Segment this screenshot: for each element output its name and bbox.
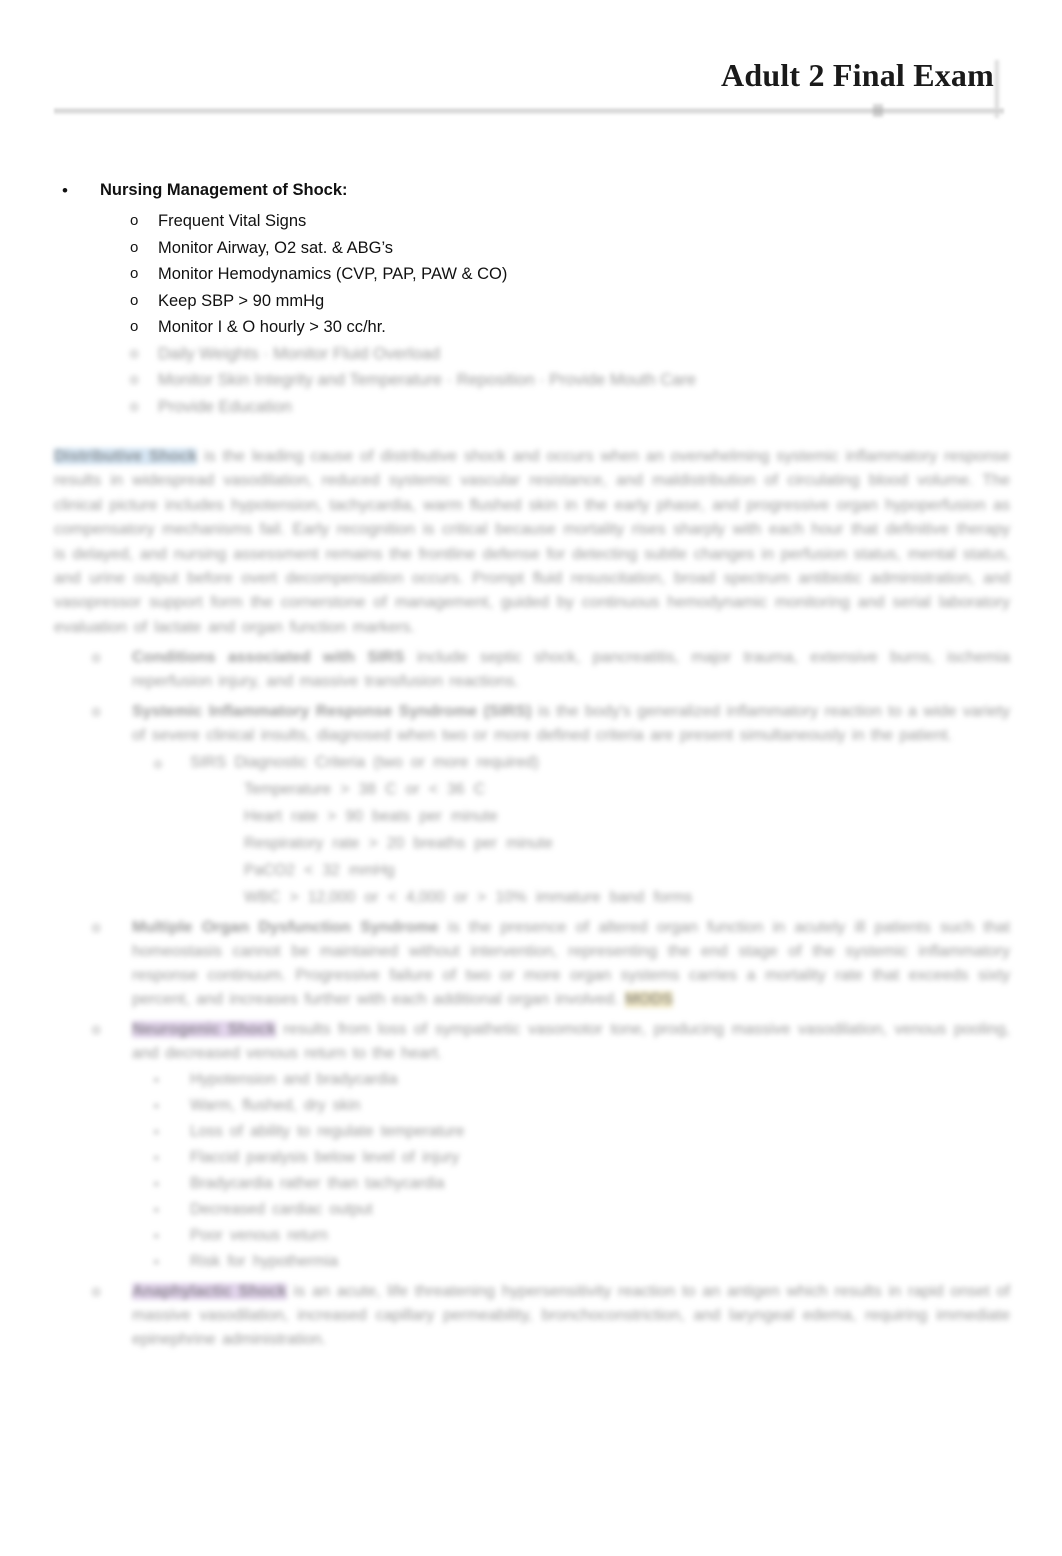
list-item: o Monitor Skin Integrity and Temperature…: [54, 368, 1010, 393]
sub-bullet-icon: ▪: [154, 1072, 159, 1088]
list-item-text: Multiple Organ Dysfunction Syndrome is t…: [132, 916, 1010, 1012]
sub-bullet-icon: o: [92, 1283, 101, 1301]
list-item: ▪ Hypotension and bradycardia: [54, 1068, 1010, 1092]
list-item-label: Decreased cardiac output: [190, 1201, 373, 1219]
sub-bullet-icon: o: [92, 703, 101, 721]
sub-bullet-icon: ▪: [154, 1176, 159, 1192]
list-item: ▪ Warm, flushed, dry skin: [54, 1094, 1010, 1118]
item-lead: Multiple Organ Dysfunction Syndrome: [132, 919, 439, 937]
list-item: ▪ Loss of ability to regulate temperatur…: [54, 1120, 1010, 1144]
sub-bullet-icon: o: [92, 649, 101, 667]
list-item: ▪ Flaccid paralysis below level of injur…: [54, 1146, 1010, 1170]
sub-bullet-icon: ▪: [154, 1202, 159, 1218]
list-item: ▪ Poor venous return: [54, 1224, 1010, 1248]
criteria-row: PaCO2 < 32 mmHg: [244, 862, 395, 880]
criteria-heading-row: o SIRS Diagnostic Criteria (two or more …: [54, 751, 1010, 775]
sub-bullet-icon: o: [130, 318, 139, 335]
sub-bullet-icon: o: [130, 265, 139, 282]
list-item-text: Conditions associated with SIRS include …: [132, 646, 1010, 694]
list-item-text: Neurogenic Shock results from loss of sy…: [132, 1018, 1010, 1066]
sub-bullet-icon: o: [130, 212, 139, 229]
item-lead: Conditions associated with SIRS: [132, 649, 405, 667]
sub-bullet-icon: ▪: [154, 1228, 159, 1244]
section-heading: Nursing Management of Shock:: [100, 181, 348, 199]
list-item-label: Warm, flushed, dry skin: [190, 1097, 361, 1115]
list-item-label: Daily Weights · Monitor Fluid Overload: [158, 344, 441, 363]
list-item: o Systemic Inflammatory Response Syndrom…: [54, 700, 1010, 748]
list-item-label: Monitor Airway, O2 sat. & ABG’s: [158, 238, 394, 257]
sub-bullet-icon: o: [92, 1021, 101, 1039]
list-item-label: Bradycardia rather than tachycardia: [190, 1175, 445, 1193]
sub-bullet-icon: o: [130, 344, 139, 362]
redacted-sub-list: o Daily Weights · Monitor Fluid Overload…: [54, 342, 1010, 420]
redacted-numbered-list: o Conditions associated with SIRS includ…: [54, 646, 1010, 1352]
list-item: o Neurogenic Shock results from loss of …: [54, 1018, 1010, 1066]
list-item: o Monitor Hemodynamics (CVP, PAP, PAW & …: [54, 262, 1010, 287]
sub-bullet-icon: o: [92, 919, 101, 937]
list-item: ▪ Bradycardia rather than tachycardia: [54, 1172, 1010, 1196]
criteria-row: WBC > 12,000 or < 4,000 or > 10% immatur…: [244, 889, 693, 907]
list-item: o Anaphylactic Shock is an acute, life t…: [54, 1280, 1010, 1352]
redacted-paragraph: Distributive Shock is the leading cause …: [54, 445, 1010, 640]
criteria-row: Heart rate > 90 beats per minute: [244, 808, 498, 826]
sub-bullet-icon: o: [130, 371, 139, 388]
header-divider: [54, 108, 1004, 115]
criteria-title: SIRS Diagnostic Criteria (two or more re…: [190, 754, 539, 772]
highlighted-term: Neurogenic Shock: [132, 1021, 276, 1039]
document-body: • Nursing Management of Shock: o Frequen…: [54, 178, 1010, 1352]
sub-bullet-icon: o: [130, 397, 139, 415]
list-item-text: Systemic Inflammatory Response Syndrome …: [132, 700, 1010, 748]
list-item: o Provide Education: [54, 395, 1010, 420]
header-divider-mark: [873, 104, 883, 117]
highlighted-term: Distributive Shock: [54, 448, 198, 465]
criteria-row: Temperature > 38 C or < 36 C: [244, 781, 485, 799]
sub-bullet-icon: ▪: [154, 1098, 159, 1114]
list-item-label: Poor venous return: [190, 1227, 328, 1245]
list-item: o Conditions associated with SIRS includ…: [54, 646, 1010, 694]
list-item: o Keep SBP > 90 mmHg: [54, 289, 1010, 314]
highlighted-term: MODS: [624, 991, 673, 1009]
document-header: Adult 2 Final Exam: [54, 56, 1008, 118]
page-title: Adult 2 Final Exam: [721, 57, 994, 93]
list-item-label: Hypotension and bradycardia: [190, 1071, 398, 1089]
list-item-text: Anaphylactic Shock is an acute, life thr…: [132, 1280, 1010, 1352]
list-item: • Nursing Management of Shock:: [54, 178, 1010, 203]
list-item-label: Monitor Hemodynamics (CVP, PAP, PAW & CO…: [158, 265, 508, 283]
list-item-label: Loss of ability to regulate temperature: [190, 1123, 465, 1141]
list-item-label: Monitor Skin Integrity and Temperature ·…: [158, 371, 697, 389]
list-item-label: Provide Education: [158, 397, 292, 416]
list-item-label: Frequent Vital Signs: [158, 212, 307, 230]
list-item: o Multiple Organ Dysfunction Syndrome is…: [54, 916, 1010, 1012]
list-item: o Daily Weights · Monitor Fluid Overload: [54, 342, 1010, 367]
list-item-label: Keep SBP > 90 mmHg: [158, 291, 325, 310]
bullet-icon: •: [62, 181, 68, 200]
list-item: o Frequent Vital Signs: [54, 209, 1010, 234]
highlighted-term: Anaphylactic Shock: [132, 1283, 287, 1301]
list-item: ▪ Risk for hypothermia: [54, 1250, 1010, 1274]
sub-bullet-icon: o: [130, 238, 139, 256]
list-item: o Monitor I & O hourly > 30 cc/hr.: [54, 315, 1010, 340]
list-item-label: Flaccid paralysis below level of injury: [190, 1149, 460, 1167]
criteria-row: Respiratory rate > 20 breaths per minute: [244, 835, 553, 853]
item-lead: Systemic Inflammatory Response Syndrome …: [132, 703, 532, 721]
paragraph-text: is the leading cause of distributive sho…: [54, 448, 1011, 636]
sub-bullet-icon: ▪: [154, 1254, 159, 1270]
sub-bullet-icon: ▪: [154, 1124, 159, 1140]
list-item-label: Monitor I & O hourly > 30 cc/hr.: [158, 318, 386, 336]
list-item-label: Risk for hypothermia: [190, 1253, 339, 1271]
sub-bullet-icon: o: [154, 755, 162, 772]
sub-bullet-icon: o: [130, 291, 139, 309]
list-item: o Monitor Airway, O2 sat. & ABG’s: [54, 236, 1010, 261]
sub-bullet-icon: ▪: [154, 1150, 159, 1166]
list-item: ▪ Decreased cardiac output: [54, 1198, 1010, 1222]
document-page: Adult 2 Final Exam • Nursing Management …: [0, 0, 1062, 1556]
